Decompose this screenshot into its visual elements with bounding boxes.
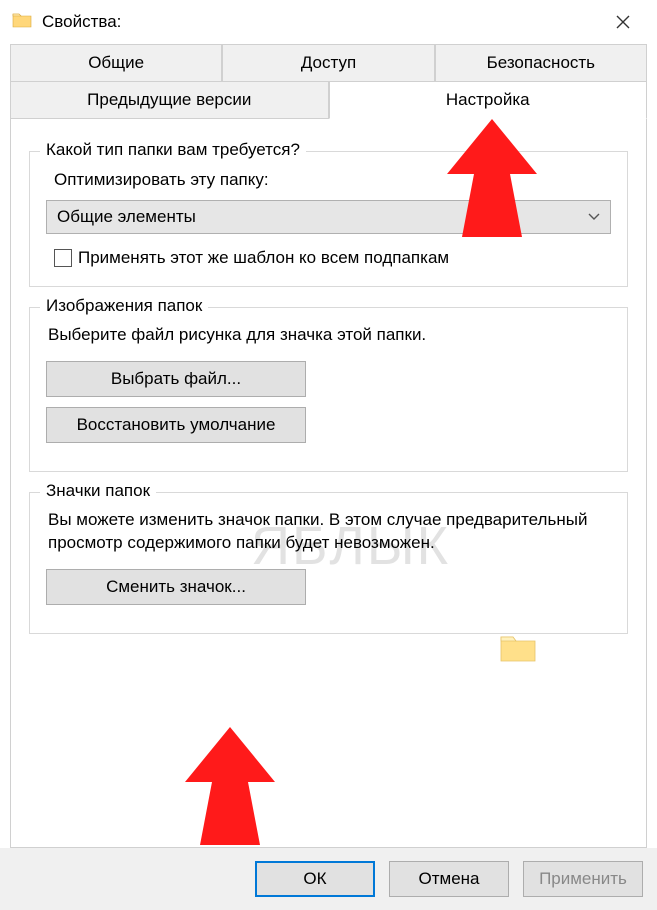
ok-button[interactable]: ОК (255, 861, 375, 897)
tab-content: ЯБЛЫК Какой тип папки вам требуется? Опт… (10, 119, 647, 848)
dialog-button-bar: ОК Отмена Применить (0, 848, 657, 910)
folder-icon (12, 11, 32, 34)
group-folder-images: Изображения папок Выберите файл рисунка … (29, 307, 628, 472)
chevron-down-icon (588, 210, 600, 224)
window-title: Свойства: (42, 12, 121, 32)
group-folder-type-label: Какой тип папки вам требуется? (40, 140, 306, 160)
tab-previous-versions[interactable]: Предыдущие версии (10, 82, 329, 119)
restore-default-button[interactable]: Восстановить умолчание (46, 407, 306, 443)
tab-security[interactable]: Безопасность (435, 44, 647, 82)
group-folder-icons-label: Значки папок (40, 481, 156, 501)
apply-button[interactable]: Применить (523, 861, 643, 897)
tab-customize[interactable]: Настройка (329, 82, 648, 119)
apply-template-row: Применять этот же шаблон ко всем подпапк… (54, 248, 611, 268)
tab-sharing[interactable]: Доступ (222, 44, 434, 82)
folder-icons-desc: Вы можете изменить значок папки. В этом … (48, 509, 611, 555)
folder-images-desc: Выберите файл рисунка для значка этой па… (48, 324, 611, 347)
group-folder-images-label: Изображения папок (40, 296, 208, 316)
tab-general[interactable]: Общие (10, 44, 222, 82)
change-icon-button[interactable]: Сменить значок... (46, 569, 306, 605)
group-folder-type: Какой тип папки вам требуется? Оптимизир… (29, 151, 628, 287)
apply-template-checkbox[interactable] (54, 249, 72, 267)
optimize-select[interactable]: Общие элементы (46, 200, 611, 234)
close-button[interactable] (599, 0, 647, 44)
tabs-area: Общие Доступ Безопасность Предыдущие вер… (0, 44, 657, 119)
cancel-button[interactable]: Отмена (389, 861, 509, 897)
choose-file-button[interactable]: Выбрать файл... (46, 361, 306, 397)
apply-template-label: Применять этот же шаблон ко всем подпапк… (78, 248, 449, 268)
group-folder-icons: Значки папок Вы можете изменить значок п… (29, 492, 628, 634)
optimize-label: Оптимизировать эту папку: (54, 170, 611, 190)
optimize-select-value: Общие элементы (57, 207, 196, 227)
properties-dialog: Свойства: Общие Доступ Безопасность Пред… (0, 0, 657, 910)
titlebar: Свойства: (0, 0, 657, 44)
folder-icon-preview (499, 631, 537, 663)
